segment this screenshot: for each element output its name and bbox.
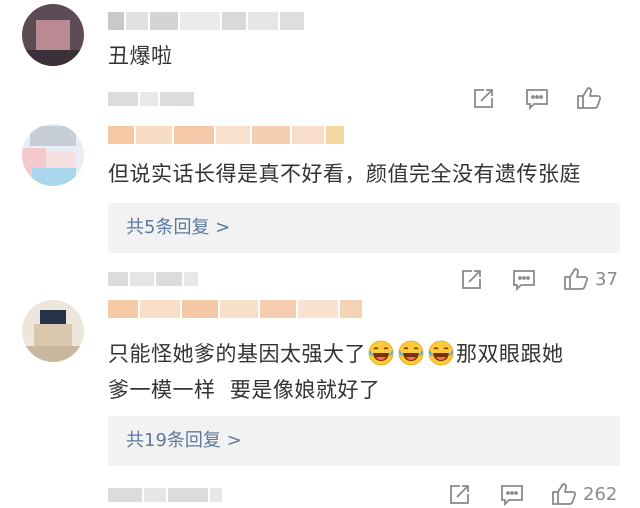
like-count: 262 (583, 483, 618, 505)
avatar[interactable] (22, 300, 84, 362)
like-button[interactable]: 262 (551, 482, 617, 506)
reply-summary[interactable]: 共19条回复 > (108, 416, 620, 466)
comment-icon (526, 89, 548, 110)
comment-text-part: 那双眼跟她 (456, 342, 564, 366)
share-button[interactable] (448, 484, 470, 506)
comment-icon (513, 270, 535, 291)
share-button[interactable] (472, 88, 494, 110)
comment-button[interactable] (512, 269, 536, 291)
avatar[interactable] (22, 124, 84, 186)
timestamp (108, 488, 222, 502)
thumbs-up-icon (577, 87, 602, 109)
comment-text: 丑爆啦 (108, 44, 173, 68)
comment-button[interactable] (500, 484, 524, 506)
laughing-tears-emoji (368, 340, 394, 366)
share-button[interactable] (460, 269, 482, 291)
comment-button[interactable] (525, 88, 549, 110)
reply-summary[interactable]: 共5条回复 > (108, 203, 620, 253)
timestamp (108, 272, 198, 286)
reply-link[interactable]: 共5条回复 > (126, 203, 230, 253)
laughing-tears-emoji (398, 340, 424, 366)
comment-text: 但说实话长得是真不好看，颜值完全没有遗传张庭 (108, 162, 581, 186)
username[interactable] (108, 12, 304, 30)
like-count: 37 (595, 268, 618, 290)
laughing-tears-emoji (428, 340, 454, 366)
comment-text-part: 只能怪她爹的基因太强大了 (108, 342, 366, 366)
share-icon (462, 270, 481, 289)
reply-link[interactable]: 共19条回复 > (126, 416, 242, 466)
comment-text-line2: 爹一模一样 要是像娘就好了 (108, 378, 381, 402)
share-icon (450, 485, 469, 504)
thumbs-up-icon (564, 268, 589, 290)
comment-text: 只能怪她爹的基因太强大了 那双眼跟她 爹一模一样 要是像娘就好了 (108, 336, 564, 408)
thumbs-up-icon (552, 483, 577, 505)
like-button[interactable]: 37 (563, 267, 618, 291)
username[interactable] (108, 126, 344, 144)
username[interactable] (108, 300, 362, 318)
share-icon (474, 89, 493, 108)
like-button[interactable] (576, 86, 608, 110)
comment-icon (501, 485, 523, 506)
timestamp (108, 92, 194, 106)
avatar[interactable] (22, 4, 84, 66)
